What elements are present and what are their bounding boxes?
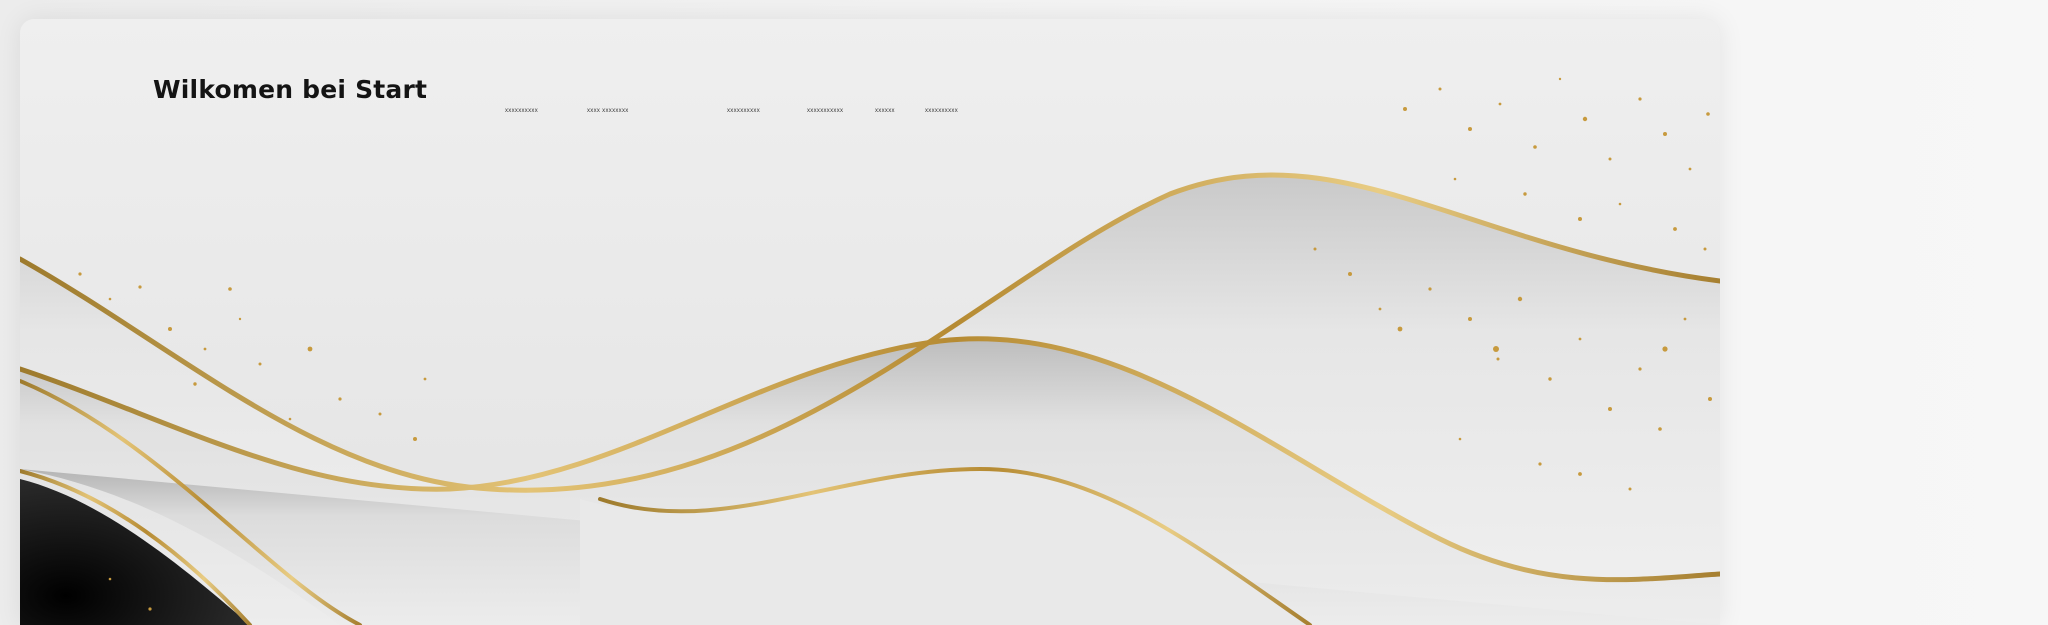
top-navigation-bar: Wilkomen bei Start xxxxxxxxxx xxxx xxxxx… bbox=[20, 19, 1720, 149]
site-title: Wilkomen bei Start bbox=[153, 75, 428, 104]
nav-link-4[interactable]: xxxxxxxxxxx bbox=[807, 105, 869, 117]
hero-window: Wilkomen bei Start xxxxxxxxxx xxxx xxxxx… bbox=[20, 19, 1720, 625]
nav-link-1[interactable]: xxxxxxxxxx bbox=[505, 105, 563, 117]
nav-link-5[interactable]: xxxxxx bbox=[875, 105, 913, 117]
nav-link-6[interactable]: xxxxxxxxxx bbox=[925, 105, 985, 117]
nav-link-3[interactable]: xxxxxxxxxx bbox=[727, 105, 787, 117]
nav-link-2[interactable]: xxxx xxxxxxxx bbox=[587, 105, 669, 117]
main-nav: xxxxxxxxxx xxxx xxxxxxxx xxxxxxxxxx xxxx… bbox=[505, 105, 985, 117]
